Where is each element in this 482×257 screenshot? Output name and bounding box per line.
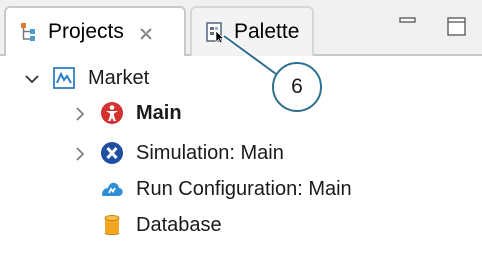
palette-icon (204, 21, 226, 44)
tree-item-simulation[interactable]: Simulation: Main (72, 136, 284, 170)
tree-item-run-configuration[interactable]: Run Configuration: Main (100, 172, 352, 206)
callout-badge: 6 (272, 62, 322, 112)
tab-bar: Projects Palette (0, 0, 482, 56)
close-icon[interactable] (138, 24, 154, 40)
project-tree: Market Main Simulation: Main Run Configu… (0, 56, 482, 257)
tree-item-label: Main (136, 101, 182, 124)
tree-item-label: Run Configuration: Main (136, 177, 352, 200)
chevron-right-icon[interactable] (72, 105, 88, 121)
tab-projects[interactable]: Projects (4, 6, 186, 56)
tab-palette[interactable]: Palette (190, 6, 314, 56)
tree-item-label: Market (88, 66, 150, 89)
minimize-icon[interactable] (398, 16, 418, 35)
tree-item-label: Database (136, 213, 222, 236)
chevron-right-icon[interactable] (72, 145, 88, 161)
agent-icon (100, 101, 124, 125)
tree-item-main[interactable]: Main (72, 96, 182, 130)
callout-number: 6 (291, 75, 303, 98)
simulation-icon (100, 141, 124, 165)
chevron-down-icon[interactable] (24, 70, 40, 86)
database-icon (100, 213, 124, 237)
tree-item-label: Simulation: Main (136, 141, 284, 164)
maximize-icon[interactable] (446, 16, 468, 43)
tree-item-market[interactable]: Market (24, 61, 149, 95)
tab-palette-label: Palette (234, 20, 300, 43)
tree-item-database[interactable]: Database (100, 208, 222, 242)
tab-projects-label: Projects (48, 20, 124, 43)
projects-view: Projects Palette Market Main Simulation:… (0, 0, 482, 257)
projects-icon (18, 21, 40, 43)
model-icon (52, 66, 76, 90)
run-configuration-icon (100, 177, 124, 201)
